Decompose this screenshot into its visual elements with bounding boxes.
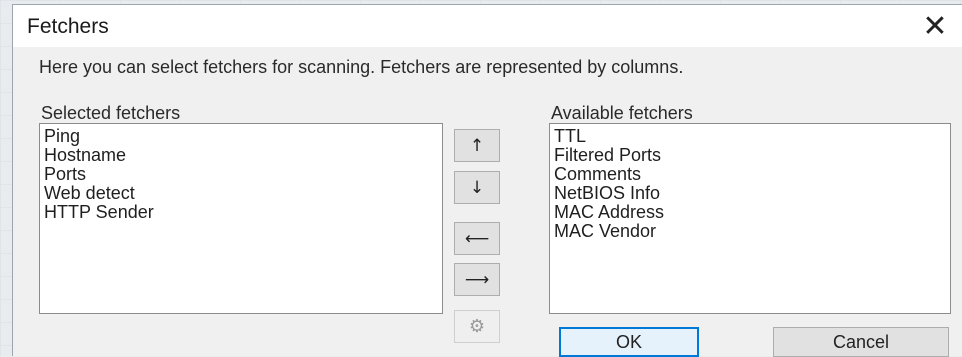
- list-item[interactable]: Hostname: [44, 146, 438, 165]
- cancel-button[interactable]: Cancel: [773, 327, 949, 357]
- move-up-button[interactable]: ↑: [454, 129, 500, 162]
- title-bar: Fetchers ✕: [13, 5, 962, 47]
- dialog-title: Fetchers: [27, 15, 109, 38]
- arrow-right-icon: ⟶: [464, 269, 490, 290]
- list-item[interactable]: Comments: [554, 165, 946, 184]
- list-item[interactable]: Web detect: [44, 184, 438, 203]
- arrow-left-icon: ⟵: [464, 228, 490, 249]
- fetcher-options-button[interactable]: ⚙: [454, 310, 500, 343]
- list-item[interactable]: NetBIOS Info: [554, 184, 946, 203]
- list-item[interactable]: TTL: [554, 127, 946, 146]
- list-item[interactable]: MAC Address: [554, 203, 946, 222]
- selected-fetchers-label: Selected fetchers: [41, 103, 181, 123]
- add-to-selected-button[interactable]: ⟵: [454, 222, 500, 255]
- dialog-description: Here you can select fetchers for scannin…: [39, 57, 684, 77]
- move-down-button[interactable]: ↓: [454, 171, 500, 204]
- available-fetchers-label: Available fetchers: [551, 103, 693, 123]
- available-fetchers-list[interactable]: TTL Filtered Ports Comments NetBIOS Info…: [549, 123, 951, 314]
- gear-icon: ⚙: [468, 316, 486, 337]
- remove-from-selected-button[interactable]: ⟶: [454, 263, 500, 296]
- list-item[interactable]: Filtered Ports: [554, 146, 946, 165]
- close-button[interactable]: ✕: [916, 8, 954, 44]
- close-icon: ✕: [922, 8, 948, 44]
- selected-fetchers-list[interactable]: Ping Hostname Ports Web detect HTTP Send…: [39, 123, 443, 314]
- list-item[interactable]: MAC Vendor: [554, 222, 946, 241]
- list-item[interactable]: Ports: [44, 165, 438, 184]
- arrow-up-icon: ↑: [469, 135, 485, 156]
- list-item[interactable]: HTTP Sender: [44, 203, 438, 222]
- ok-button[interactable]: OK: [559, 327, 699, 357]
- arrow-down-icon: ↓: [469, 177, 485, 198]
- fetchers-dialog: Fetchers ✕ Here you can select fetchers …: [12, 4, 962, 357]
- list-item[interactable]: Ping: [44, 127, 438, 146]
